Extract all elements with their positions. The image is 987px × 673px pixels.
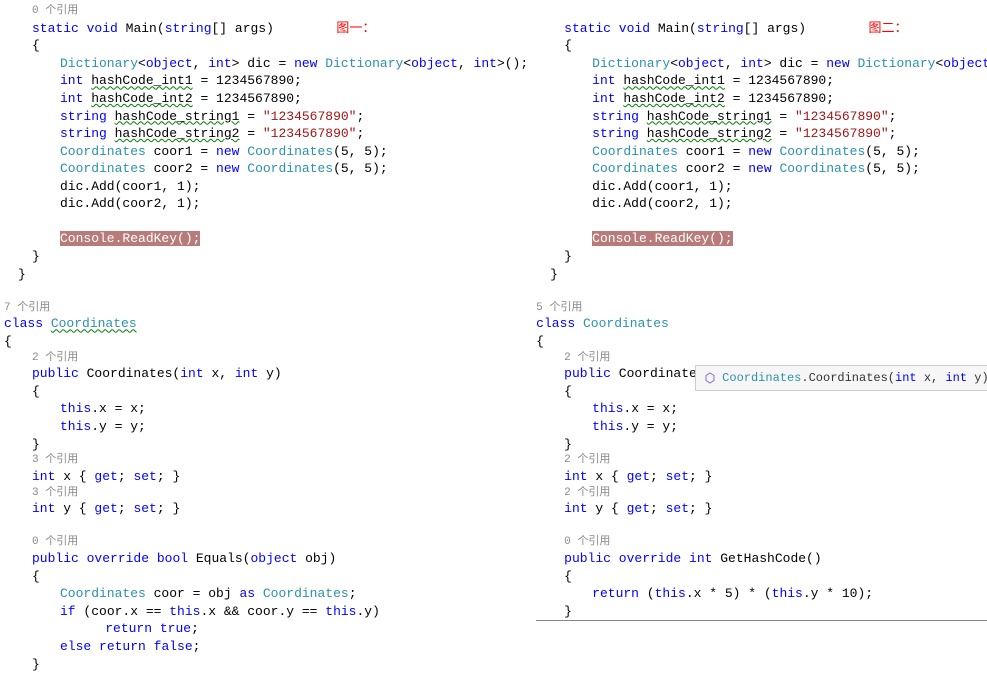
code-line[interactable]: return true; — [4, 620, 528, 638]
code-lens-refs[interactable]: 0 个引用 — [536, 535, 987, 550]
code-line[interactable]: public Coordinates(int x, int y) — [4, 365, 528, 383]
code-line[interactable]: Coordinates coor2 = new Coordinates(5, 5… — [536, 160, 987, 178]
intellisense-tooltip: Coordinates.Coordinates(int x, int y) — [695, 365, 987, 391]
code-line[interactable]: string hashCode_string1 = "1234567890"; — [4, 108, 528, 126]
code-line[interactable]: Dictionary<object, int> dic = new Dictio… — [4, 55, 528, 73]
code-line[interactable]: dic.Add(coor1, 1); — [4, 178, 528, 196]
code-line[interactable]: else return false; — [4, 638, 528, 656]
code-line[interactable]: if (coor.x == this.x && coor.y == this.y… — [4, 603, 528, 621]
code-line[interactable]: int y { get; set; } — [536, 500, 987, 518]
code-line[interactable]: class Coordinates — [4, 315, 528, 333]
code-line[interactable]: int hashCode_int2 = 1234567890; — [4, 90, 528, 108]
code-line[interactable]: string hashCode_string2 = "1234567890"; — [4, 125, 528, 143]
tooltip-text: Coordinates.Coordinates(int x, int y) — [722, 370, 987, 386]
code-line[interactable]: Coordinates coor = obj as Coordinates; — [4, 585, 528, 603]
code-line[interactable]: this.y = y; — [536, 418, 987, 436]
code-line[interactable]: public override bool Equals(object obj) — [4, 550, 528, 568]
figure-label: 图二： — [869, 20, 908, 35]
code-line[interactable] — [4, 283, 528, 301]
code-line[interactable]: return (this.x * 5) * (this.y * 10); — [536, 585, 987, 603]
code-line[interactable]: this.x = x; — [4, 400, 528, 418]
code-line[interactable]: { — [536, 37, 987, 55]
code-lens-refs[interactable]: 2 个引用 — [536, 453, 987, 468]
method-icon — [704, 372, 716, 384]
code-line[interactable]: dic.Add(coor2, 1); — [536, 195, 987, 213]
code-line[interactable]: string hashCode_string2 = "1234567890"; — [536, 125, 987, 143]
code-line[interactable]: Console.ReadKey(); — [4, 230, 528, 248]
code-lens-refs[interactable] — [536, 4, 987, 19]
code-line[interactable] — [4, 213, 528, 231]
code-lens-refs[interactable]: 3 个引用 — [4, 453, 528, 468]
code-lens-refs[interactable]: 0 个引用 — [4, 4, 528, 19]
code-line[interactable]: { — [4, 383, 528, 401]
code-line[interactable]: } — [536, 436, 987, 454]
code-line[interactable]: { — [4, 568, 528, 586]
code-line[interactable] — [536, 213, 987, 231]
editor-split-view: 0 个引用 static void Main(string[] args) 图一… — [0, 0, 987, 623]
code-line[interactable]: { — [536, 333, 987, 351]
code-lens-refs[interactable]: 3 个引用 — [4, 486, 528, 501]
code-line[interactable]: } — [536, 266, 987, 284]
code-line[interactable]: int hashCode_int1 = 1234567890; — [4, 72, 528, 90]
code-line[interactable]: } — [536, 248, 987, 266]
code-lens-refs[interactable]: 0 个引用 — [4, 535, 528, 550]
code-line[interactable]: Coordinates coor1 = new Coordinates(5, 5… — [536, 143, 987, 161]
code-line[interactable] — [4, 518, 528, 536]
code-line[interactable]: static void Main(string[] args) 图一： — [4, 19, 528, 38]
code-line[interactable]: this.y = y; — [4, 418, 528, 436]
code-line[interactable]: int hashCode_int2 = 1234567890; — [536, 90, 987, 108]
code-line[interactable]: int x { get; set; } — [4, 468, 528, 486]
code-line[interactable]: { — [4, 37, 528, 55]
code-line[interactable]: int y { get; set; } — [4, 500, 528, 518]
right-panel: static void Main(string[] args) 图二： { Di… — [532, 0, 987, 623]
code-line[interactable]: } — [4, 266, 528, 284]
code-line[interactable]: dic.Add(coor1, 1); — [536, 178, 987, 196]
code-line[interactable]: Coordinates coor1 = new Coordinates(5, 5… — [4, 143, 528, 161]
code-lens-refs[interactable]: 5 个引用 — [536, 301, 987, 316]
code-lens-refs[interactable]: 2 个引用 — [4, 351, 528, 366]
code-line[interactable]: public override int GetHashCode() — [536, 550, 987, 568]
figure-label: 图一： — [336, 20, 375, 35]
code-line[interactable] — [536, 283, 987, 301]
code-line[interactable]: Coordinates coor2 = new Coordinates(5, 5… — [4, 160, 528, 178]
code-line[interactable]: } — [4, 248, 528, 266]
code-line[interactable]: int hashCode_int1 = 1234567890; — [536, 72, 987, 90]
code-lens-refs[interactable]: 2 个引用 — [536, 351, 987, 366]
code-line[interactable]: Console.ReadKey(); — [536, 230, 987, 248]
left-panel: 0 个引用 static void Main(string[] args) 图一… — [0, 0, 532, 623]
code-line[interactable]: } — [536, 603, 987, 622]
code-line[interactable]: { — [536, 568, 987, 586]
code-line[interactable]: dic.Add(coor2, 1); — [4, 195, 528, 213]
code-line[interactable]: int x { get; set; } — [536, 468, 987, 486]
code-lens-refs[interactable]: 7 个引用 — [4, 301, 528, 316]
code-line[interactable] — [536, 518, 987, 536]
code-line[interactable]: } — [4, 656, 528, 673]
code-line[interactable]: } — [4, 436, 528, 454]
code-lens-refs[interactable]: 2 个引用 — [536, 486, 987, 501]
code-line[interactable]: class Coordinates — [536, 315, 987, 333]
code-line[interactable]: { — [4, 333, 528, 351]
code-line[interactable]: this.x = x; — [536, 400, 987, 418]
code-line[interactable]: string hashCode_string1 = "1234567890"; — [536, 108, 987, 126]
code-line[interactable]: Dictionary<object, int> dic = new Dictio… — [536, 55, 987, 73]
code-line[interactable]: static void Main(string[] args) 图二： — [536, 19, 987, 38]
